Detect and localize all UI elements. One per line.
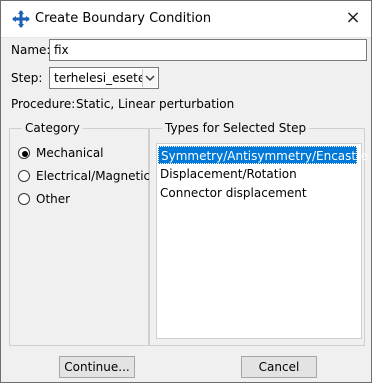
category-group: Category Mechanical Electrical/Magnetic … [9,121,150,346]
category-label-electrical-magnetic: Electrical/Magnetic [36,169,151,183]
name-label: Name: [11,43,51,57]
cancel-button[interactable]: Cancel [241,356,317,378]
procedure-label: Procedure: [11,97,76,111]
continue-button[interactable]: Continue... [59,356,135,378]
category-title: Category [22,121,83,135]
radio-dot-icon [22,151,28,157]
radio-selected-icon[interactable] [18,147,30,159]
category-label-other: Other [36,192,71,206]
type-item-connector-displacement[interactable]: Connector displacement [158,184,357,202]
chevron-down-icon[interactable] [142,69,157,87]
types-title: Types for Selected Step [162,121,310,135]
category-option-mechanical[interactable]: Mechanical [18,145,146,163]
step-select[interactable]: terhelesi_esetek [49,67,159,89]
window-title: Create Boundary Condition [35,11,212,26]
types-list[interactable]: Symmetry/Antisymmetry/Encastre Displacem… [156,143,368,339]
create-boundary-condition-dialog: Create Boundary Condition × Name: Step: … [0,0,372,383]
name-input[interactable] [49,39,367,61]
type-item-symmetry-antisymmetry-encastre[interactable]: Symmetry/Antisymmetry/Encastre [158,146,368,164]
step-label: Step: [11,71,43,85]
category-option-other[interactable]: Other [18,191,146,209]
title-bar[interactable]: Create Boundary Condition × [1,1,371,38]
category-label-mechanical: Mechanical [36,146,104,160]
radio-unselected-icon[interactable] [18,170,30,182]
types-group: Types for Selected Step Symmetry/Antisym… [149,121,368,346]
step-selected-value: terhelesi_esetek [54,71,153,85]
close-icon[interactable]: × [344,9,362,27]
category-option-electrical-magnetic[interactable]: Electrical/Magnetic [18,168,150,186]
type-item-displacement-rotation[interactable]: Displacement/Rotation [158,165,357,183]
procedure-value: Static, Linear perturbation [76,97,235,111]
radio-unselected-icon[interactable] [18,193,30,205]
boundary-condition-icon [12,10,30,28]
